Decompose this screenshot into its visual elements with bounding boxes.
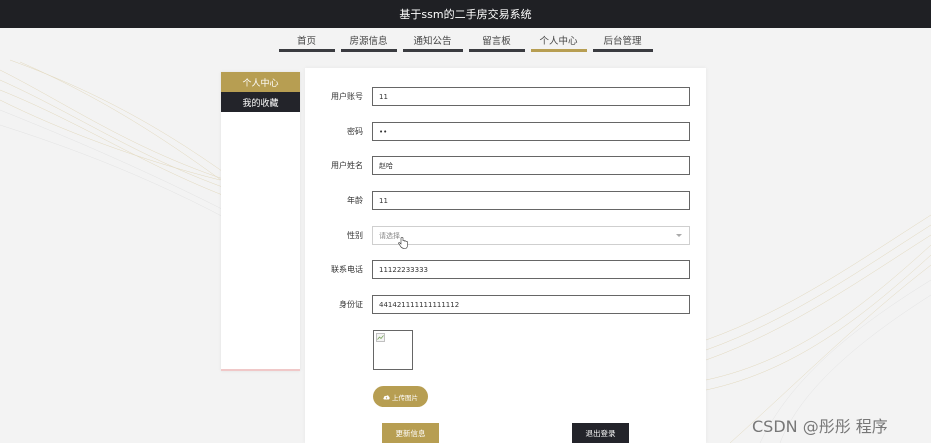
- name-field[interactable]: 赵哈: [372, 156, 690, 175]
- watermark-text: CSDN @彤彤 程序: [752, 417, 888, 436]
- chevron-down-icon: [676, 234, 682, 237]
- form-row-gender: 性别 请选择: [305, 226, 706, 249]
- account-field[interactable]: 11: [372, 87, 690, 106]
- form-row-account: 用户账号 11: [305, 87, 706, 106]
- nav-item-home[interactable]: 首页: [278, 30, 335, 52]
- gender-label: 性别: [347, 231, 363, 240]
- site-title: 基于ssm的二手房交易系统: [399, 8, 532, 21]
- gender-placeholder: 请选择: [379, 231, 400, 240]
- name-label: 用户姓名: [331, 161, 363, 170]
- nav-item-admin[interactable]: 后台管理: [592, 30, 653, 52]
- gender-select[interactable]: 请选择: [372, 226, 690, 249]
- sidebar-item-favorites[interactable]: 我的收藏: [221, 92, 300, 112]
- nav-item-message-board[interactable]: 留言板: [468, 30, 525, 52]
- sidebar: 个人中心 我的收藏: [221, 72, 300, 371]
- form-row-password: 密码 ••: [305, 122, 706, 141]
- top-bar: 基于ssm的二手房交易系统: [0, 0, 931, 28]
- upload-image-button[interactable]: 上传图片: [373, 386, 428, 407]
- form-row-idcard: 身份证 441421111111111112: [305, 295, 706, 314]
- cloud-upload-icon: [383, 394, 390, 399]
- hand-cursor-icon: [398, 237, 408, 249]
- account-label: 用户账号: [331, 92, 363, 101]
- logout-button[interactable]: 退出登录: [572, 423, 629, 443]
- nav-item-notices[interactable]: 通知公告: [402, 30, 463, 52]
- password-field[interactable]: ••: [372, 122, 690, 141]
- sidebar-item-personal-center[interactable]: 个人中心: [221, 72, 300, 92]
- main-nav: 首页 房源信息 通知公告 留言板 个人中心 后台管理: [0, 30, 931, 56]
- age-label: 年龄: [347, 196, 363, 205]
- profile-form: 用户账号 11 密码 •• 用户姓名 赵哈 年龄 11 性别 请选择 联系电话 …: [305, 68, 706, 443]
- update-info-button[interactable]: 更新信息: [382, 423, 439, 443]
- idcard-field[interactable]: 441421111111111112: [372, 295, 690, 314]
- upload-image-label: 上传图片: [392, 393, 418, 402]
- phone-label: 联系电话: [331, 265, 363, 274]
- nav-item-listings[interactable]: 房源信息: [340, 30, 397, 52]
- form-row-name: 用户姓名 赵哈: [305, 156, 706, 175]
- password-label: 密码: [347, 127, 363, 136]
- idcard-label: 身份证: [339, 300, 363, 309]
- phone-field[interactable]: 11122233333: [372, 260, 690, 279]
- broken-image-icon: [376, 333, 385, 342]
- age-field[interactable]: 11: [372, 191, 690, 210]
- avatar-preview: [373, 330, 413, 370]
- form-row-phone: 联系电话 11122233333: [305, 260, 706, 279]
- nav-item-personal-center[interactable]: 个人中心: [530, 30, 587, 52]
- form-row-age: 年龄 11: [305, 191, 706, 210]
